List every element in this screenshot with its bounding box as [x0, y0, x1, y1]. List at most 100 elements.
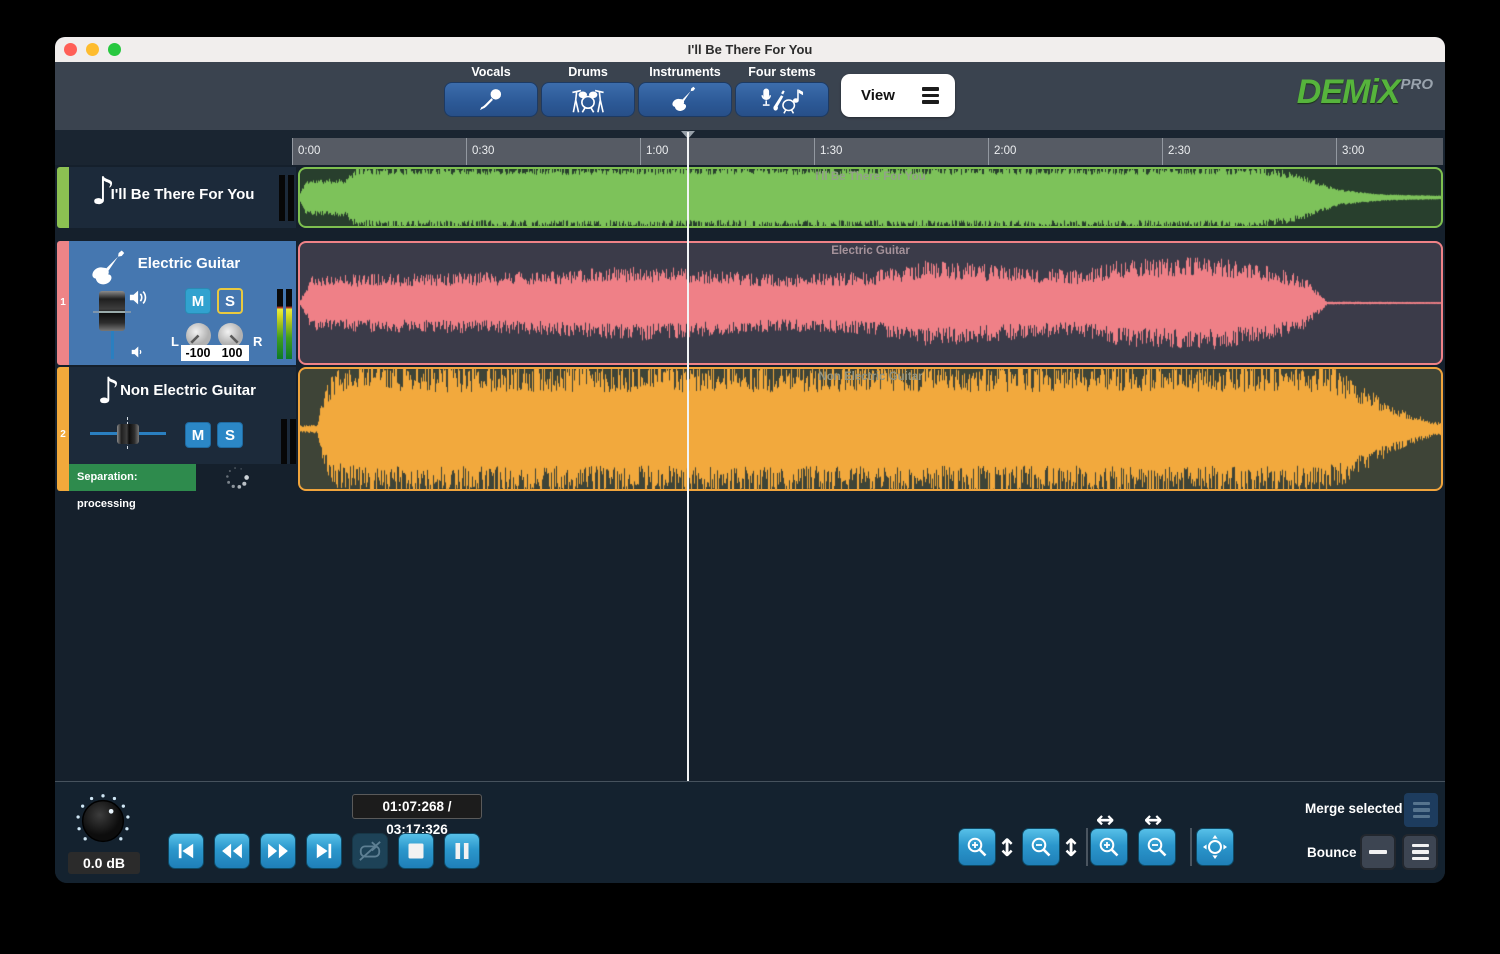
- mute-button[interactable]: M: [185, 288, 211, 314]
- processing-spinner-zone: [196, 464, 296, 491]
- track-row-non-electric-guitar: 2 ♪ Non Electric Guitar M S Separation: …: [55, 367, 1445, 491]
- skip-to-start-button[interactable]: [168, 833, 204, 869]
- vocals-separation-button[interactable]: [444, 82, 538, 117]
- merge-selected-button[interactable]: [1404, 793, 1438, 827]
- speaker-quiet-icon: [131, 345, 147, 359]
- track-row-electric-guitar: 1 Electric Guitar M S L: [55, 241, 1445, 365]
- loop-button[interactable]: [352, 833, 388, 869]
- audio-clip-non-electric-guitar[interactable]: Non Electric Guitar: [298, 367, 1443, 491]
- app-logo: DEMiXPRO: [1223, 73, 1433, 112]
- four-stems-label: Four stems: [735, 65, 829, 82]
- titlebar: I'll Be There For You: [55, 37, 1445, 62]
- ruler-tick: 2:00: [988, 138, 1016, 165]
- solo-button[interactable]: S: [217, 422, 243, 448]
- stop-icon: [407, 842, 425, 860]
- solo-button[interactable]: S: [217, 288, 243, 314]
- volume-fader-handle[interactable]: [99, 291, 125, 331]
- spinner-icon: [220, 464, 254, 491]
- ruler-tick: 2:30: [1162, 138, 1190, 165]
- audio-clip-master[interactable]: I'll Be There For You: [298, 167, 1443, 228]
- ruler-tick: 0:30: [466, 138, 494, 165]
- track-number: 1: [57, 297, 69, 308]
- divider: [1086, 828, 1088, 866]
- track-number: 2: [57, 429, 69, 440]
- separation-status-badge: Separation: processing: [69, 464, 196, 491]
- rewind-button[interactable]: [214, 833, 250, 869]
- track-header-electric-guitar[interactable]: Electric Guitar M S L: [69, 241, 296, 365]
- volume-fader-handle[interactable]: [117, 424, 139, 444]
- skip-to-end-button[interactable]: [306, 833, 342, 869]
- instruments-label: Instruments: [638, 65, 732, 82]
- reset-zoom-icon: [1202, 834, 1228, 860]
- playhead-line[interactable]: [687, 132, 689, 781]
- level-meters: [281, 419, 296, 469]
- ruler-tick: 1:00: [640, 138, 668, 165]
- vertical-arrow-icon: ↕: [997, 834, 1017, 862]
- bounce-remove-button[interactable]: [1360, 834, 1396, 870]
- track-color-strip[interactable]: 1: [57, 241, 69, 365]
- rewind-icon: [220, 842, 244, 860]
- pan-right-label: R: [253, 334, 262, 349]
- timeline-ruler[interactable]: 0:00 0:30 1:00 1:30 2:00 2:30 3:00: [292, 138, 1443, 165]
- drums-icon: [571, 86, 605, 114]
- speaker-loud-icon: [129, 289, 149, 306]
- toolbar: Vocals Drums Ins: [55, 62, 1445, 130]
- view-label: View: [861, 87, 895, 104]
- ruler-tick: 3:00: [1336, 138, 1364, 165]
- microphone-icon: [476, 86, 506, 114]
- stop-button[interactable]: [398, 833, 434, 869]
- fast-forward-button[interactable]: [260, 833, 296, 869]
- pan-left-value[interactable]: -100: [181, 345, 215, 361]
- track-color-strip[interactable]: [57, 167, 69, 228]
- four-stems-separation-button[interactable]: [735, 82, 829, 117]
- pause-button[interactable]: [444, 833, 480, 869]
- minus-icon: [1369, 850, 1387, 854]
- waveform-non-electric-guitar: [300, 369, 1441, 489]
- view-menu-button[interactable]: View: [841, 74, 955, 117]
- ruler-tick: 1:30: [814, 138, 842, 165]
- track-row-master: ♪ I'll Be There For You I'll Be There Fo…: [55, 167, 1445, 228]
- bounce-menu-button[interactable]: [1402, 834, 1438, 870]
- skip-to-end-icon: [314, 842, 334, 860]
- track-header-master[interactable]: ♪ I'll Be There For You: [69, 167, 296, 228]
- clip-label: Non Electric Guitar: [300, 371, 1441, 383]
- vertical-arrow-icon: ↕: [1061, 834, 1081, 862]
- ruler-tick: 0:00: [292, 138, 320, 165]
- divider: [1190, 828, 1192, 866]
- zoom-in-horizontal-button[interactable]: [1090, 828, 1128, 866]
- fast-forward-icon: [266, 842, 290, 860]
- track-title: Non Electric Guitar: [83, 382, 293, 399]
- menu-icon: [1413, 802, 1430, 819]
- zoom-out-icon: [1029, 835, 1053, 859]
- clip-label: Electric Guitar: [300, 245, 1441, 257]
- drums-label: Drums: [541, 65, 635, 82]
- timeline-zone: 0:00 0:30 1:00 1:30 2:00 2:30 3:00: [55, 130, 1445, 165]
- zoom-out-horizontal-button[interactable]: [1138, 828, 1176, 866]
- guitar-icon: [670, 85, 700, 115]
- brand-name: DEMiX: [1297, 73, 1400, 111]
- clip-label: I'll Be There For You: [300, 171, 1441, 183]
- pan-right-value[interactable]: 100: [215, 345, 249, 361]
- instruments-separation-button[interactable]: [638, 82, 732, 117]
- brand-suffix: PRO: [1400, 76, 1433, 93]
- track-color-strip[interactable]: 2: [57, 367, 69, 491]
- level-meters: [277, 289, 292, 359]
- pause-icon: [454, 842, 470, 860]
- four-stems-icon: [760, 85, 804, 115]
- master-volume-knob[interactable]: [71, 790, 135, 857]
- skip-to-start-icon: [176, 842, 196, 860]
- volume-readout: 0.0 dB: [68, 852, 140, 874]
- drums-separation-button[interactable]: [541, 82, 635, 117]
- track-title: Electric Guitar: [89, 255, 289, 272]
- bounce-label: Bounce: [1307, 845, 1357, 860]
- zoom-out-vertical-button[interactable]: [1022, 828, 1060, 866]
- merge-selected-label: Merge selected: [1305, 801, 1403, 816]
- zoom-in-vertical-button[interactable]: [958, 828, 996, 866]
- mute-button[interactable]: M: [185, 422, 211, 448]
- track-title: I'll Be There For You: [69, 186, 296, 203]
- audio-clip-electric-guitar[interactable]: Electric Guitar: [298, 241, 1443, 365]
- reset-zoom-button[interactable]: [1196, 828, 1234, 866]
- menu-icon: [922, 87, 939, 104]
- vocals-label: Vocals: [444, 65, 538, 82]
- window-title: I'll Be There For You: [55, 37, 1445, 62]
